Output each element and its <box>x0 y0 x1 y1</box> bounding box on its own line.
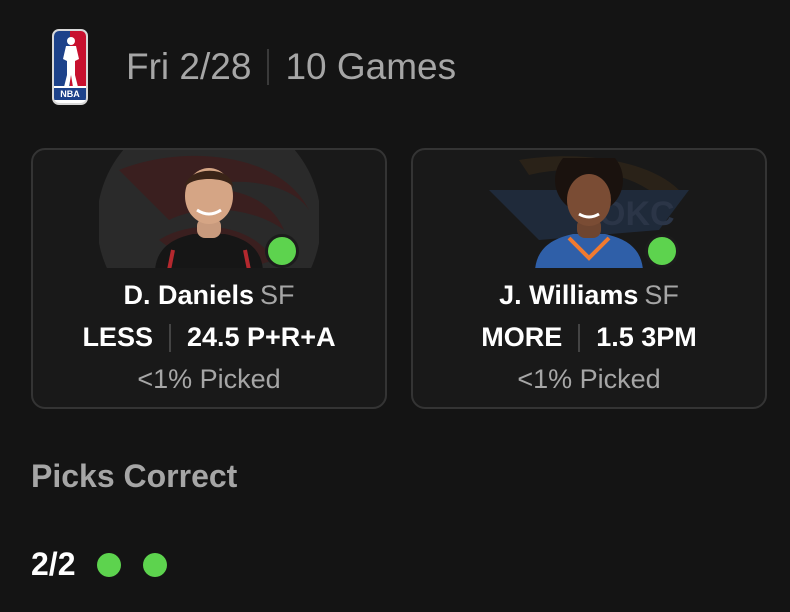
picked-percentage: <1% Picked <box>517 364 661 394</box>
pick-line: 1.5 3PM <box>596 322 697 352</box>
pick-line: 24.5 P+R+A <box>186 322 336 352</box>
player-headshot <box>155 168 263 268</box>
status-correct-indicator <box>265 234 299 268</box>
player-position: SF <box>260 280 295 310</box>
pick-details: LESS 24.5 P+R+A <box>33 322 385 353</box>
pick-card[interactable]: D. Daniels SF LESS 24.5 P+R+A <1% Picked <box>31 148 387 409</box>
header: NBA Fri 2/28 10 Games <box>52 28 456 106</box>
player-name: J. Williams <box>499 280 639 310</box>
pick-direction: LESS <box>82 322 153 352</box>
picks-correct-title: Picks Correct <box>31 458 238 494</box>
status-correct-indicator <box>645 234 679 268</box>
pick-card[interactable]: OKC J. Williams SF MORE 1.5 3PM <1% Picke… <box>411 148 767 409</box>
games-count: 10 Games <box>285 46 457 87</box>
picks-correct-summary: 2/2 <box>31 546 168 583</box>
correct-pick-dot <box>143 552 168 577</box>
nba-logo-icon: NBA <box>52 29 88 105</box>
player-line: J. Williams SF <box>413 280 765 311</box>
player-headshot <box>535 158 643 268</box>
player-position: SF <box>644 280 679 310</box>
pick-details: MORE 1.5 3PM <box>413 322 765 353</box>
picked-percentage: <1% Picked <box>137 364 281 394</box>
correct-pick-dot <box>97 552 122 577</box>
player-line: D. Daniels SF <box>33 280 385 311</box>
player-name: D. Daniels <box>123 280 255 310</box>
slate-date: Fri 2/28 <box>126 46 252 87</box>
pick-divider <box>168 323 171 352</box>
nba-logo-text: NBA <box>54 88 86 100</box>
picks-correct-score: 2/2 <box>31 546 76 582</box>
pick-divider <box>578 323 581 352</box>
pick-direction: MORE <box>481 322 563 352</box>
header-divider <box>267 49 270 85</box>
